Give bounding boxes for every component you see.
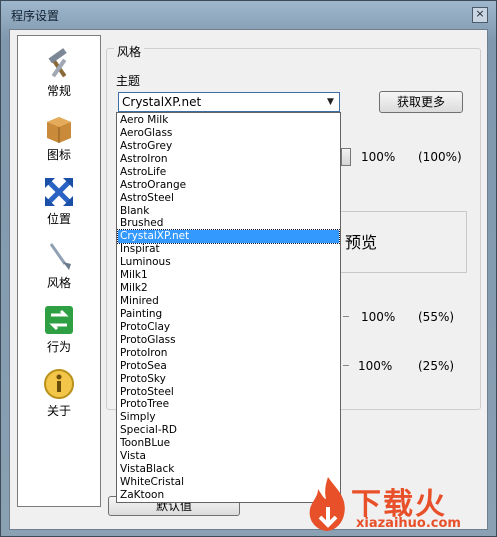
title-bar[interactable]: 程序设置 ×	[1, 1, 496, 29]
dropdown-option[interactable]: Inspirat	[118, 243, 339, 256]
dropdown-option[interactable]: Painting	[118, 308, 339, 321]
dropdown-option[interactable]: ProtoIron	[118, 347, 339, 360]
dropdown-option[interactable]: CrystalXP.net	[117, 229, 340, 245]
sidebar: 常规 图标 位置 风格 行为 关于	[17, 35, 101, 507]
get-more-button[interactable]: 获取更多	[379, 91, 463, 113]
dropdown-option[interactable]: ProtoClay	[118, 321, 339, 334]
dropdown-option[interactable]: AstroLife	[118, 166, 339, 179]
dropdown-option[interactable]: ProtoGlass	[118, 334, 339, 347]
preview-label: 预览	[345, 233, 378, 252]
dropdown-option[interactable]: Blank	[118, 205, 339, 218]
sidebar-item-general[interactable]: 常规	[18, 44, 100, 104]
theme-label: 主题	[116, 74, 141, 88]
opacity-slider-thumb[interactable]	[341, 148, 351, 166]
sidebar-item-label: 关于	[46, 404, 71, 418]
dropdown-option[interactable]: Luminous	[118, 256, 339, 269]
sidebar-item-icons[interactable]: 图标	[18, 108, 100, 168]
close-button[interactable]: ×	[472, 7, 488, 23]
chevron-down-icon[interactable]: ▼	[323, 94, 338, 110]
dropdown-option[interactable]: AstroIron	[118, 153, 339, 166]
sidebar-item-style[interactable]: 风格	[18, 236, 100, 296]
dropdown-option[interactable]: AstroSteel	[118, 192, 339, 205]
dropdown-option[interactable]: AstroOrange	[118, 179, 339, 192]
dropdown-option[interactable]: ProtoSea	[118, 360, 339, 373]
sidebar-item-label: 位置	[46, 212, 71, 226]
dropdown-option[interactable]: Brushed	[118, 217, 339, 230]
theme-combobox[interactable]: CrystalXP.net ▼	[118, 92, 340, 112]
watermark: 下载火 xiazaihuo.com	[306, 471, 496, 537]
opacity-value: 100%	[361, 150, 396, 164]
hammer-icon	[48, 48, 67, 78]
dropdown-option[interactable]: AstroGrey	[118, 140, 339, 153]
settings-window: 程序设置 × 常规 图标 位置 风格 行为 关于 风格 主题 CrystalXP…	[0, 0, 497, 537]
brush-icon	[49, 243, 71, 270]
dropdown-option[interactable]: Minired	[118, 295, 339, 308]
dropdown-option[interactable]: AeroGlass	[118, 127, 339, 140]
arrows-icon	[45, 178, 73, 206]
dropdown-option[interactable]: Milk1	[118, 269, 339, 282]
flame-logo-icon	[309, 477, 345, 531]
dropdown-option[interactable]: ProtoSteel	[118, 386, 339, 399]
sidebar-item-label: 风格	[46, 276, 71, 290]
dropdown-option[interactable]: ProtoTree	[118, 398, 339, 411]
dropdown-option[interactable]: Milk2	[118, 282, 339, 295]
slider-track	[343, 316, 349, 317]
dropdown-option[interactable]: Aero Milk	[118, 114, 339, 127]
row2-value: 100%	[361, 310, 396, 324]
box-icon	[47, 117, 71, 143]
dropdown-option[interactable]: Vista	[118, 450, 339, 463]
watermark-en: xiazaihuo.com	[356, 516, 461, 531]
dropdown-option[interactable]: Simply	[118, 411, 339, 424]
dropdown-option[interactable]: Special-RD	[118, 424, 339, 437]
sidebar-item-position[interactable]: 位置	[18, 172, 100, 232]
style-group-title: 风格	[114, 43, 145, 60]
theme-dropdown-list[interactable]: Aero Milk AeroGlass AstroGrey AstroIron Astr…	[116, 112, 341, 503]
row3-value: 100%	[358, 359, 393, 373]
sidebar-item-about[interactable]: 关于	[18, 364, 100, 424]
sidebar-item-label: 行为	[46, 340, 71, 354]
row3-percent: (25%)	[418, 359, 455, 373]
sidebar-item-label: 常规	[46, 84, 71, 98]
dropdown-option[interactable]: ToonBLue	[118, 437, 339, 450]
dropdown-option[interactable]: ProtoSky	[118, 373, 339, 386]
sidebar-item-label: 图标	[46, 148, 71, 162]
opacity-percent: (100%)	[418, 150, 462, 164]
row2-percent: (55%)	[418, 310, 455, 324]
info-icon	[44, 369, 74, 399]
exchange-icon	[45, 306, 73, 334]
window-title: 程序设置	[11, 9, 60, 23]
slider-track	[343, 365, 349, 366]
sidebar-item-behavior[interactable]: 行为	[18, 300, 100, 360]
theme-selected-value: CrystalXP.net	[122, 95, 202, 109]
